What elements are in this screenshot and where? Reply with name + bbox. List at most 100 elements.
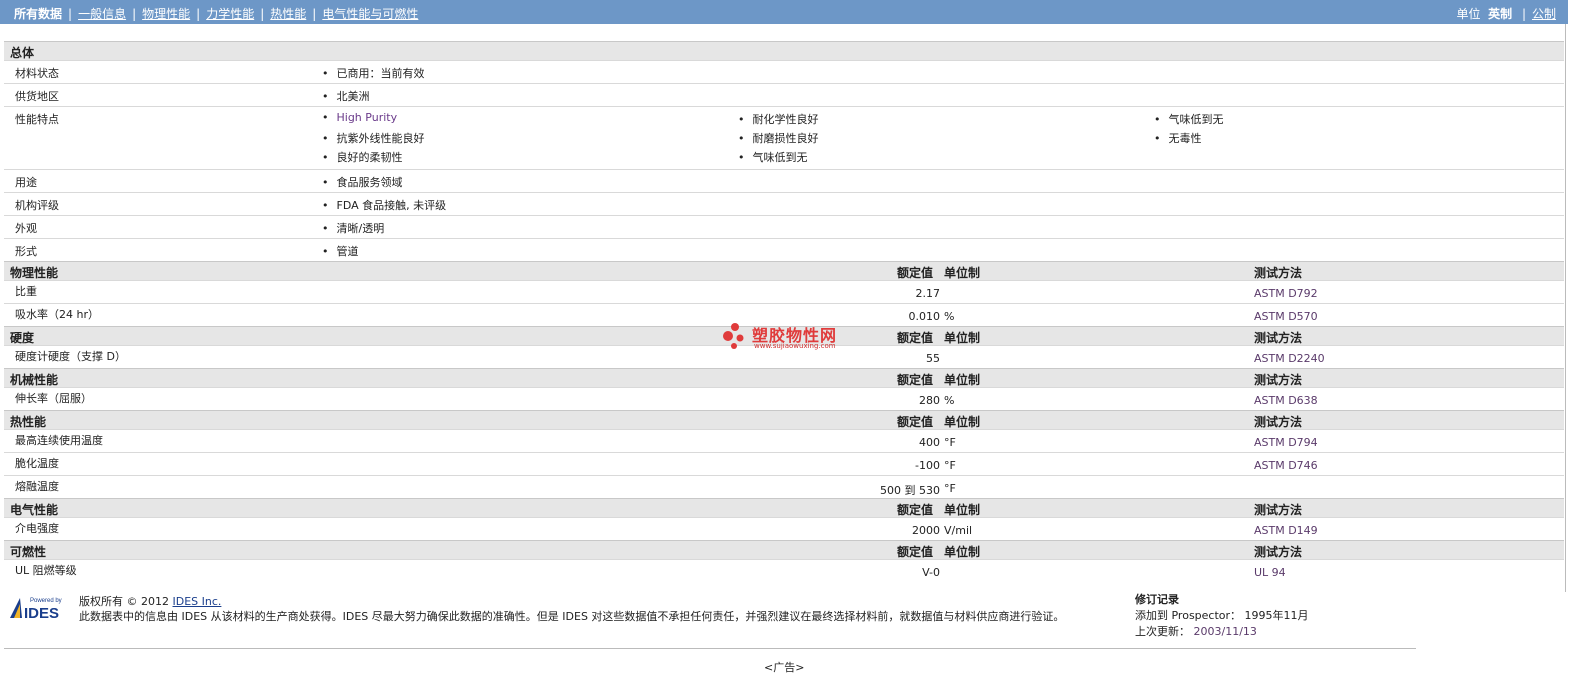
footer-divider	[4, 648, 1416, 649]
nominal-header: 额定值	[897, 545, 934, 559]
bullet-item: 良好的柔韧性	[322, 149, 425, 168]
test-method: ASTM D792	[1254, 287, 1318, 300]
general-row: 供货地区 北美洲	[4, 83, 1564, 106]
property-label: 脆化温度	[15, 457, 59, 470]
bullet-item: 食品服务领域	[322, 174, 403, 193]
general-row: 性能特点 High Purity抗紫外线性能良好良好的柔韧性 耐化学性良好耐磨损性良…	[4, 106, 1564, 169]
method-header: 测试方法	[1254, 266, 1303, 280]
general-rows: 材料状态 已商用：当前有效供货地区 北美洲性能特点 High Purity抗紫外线性能…	[4, 60, 1564, 261]
revision-history: 修订记录 添加到 Prospector： 1995年11月 上次更新： 2003…	[1135, 592, 1309, 640]
bullet-item: 抗紫外线性能良好	[322, 130, 425, 149]
copyright-block: 版权所有 © 2012 IDES Inc. 此数据表中的信息由 IDES 从该材…	[79, 594, 1064, 624]
section-title: 机械性能	[10, 373, 59, 387]
property-value: 2.17	[915, 287, 941, 300]
bullet-item: 已商用：当前有效	[322, 65, 425, 84]
advertisement-label: <广告>	[764, 661, 805, 674]
property-value: -100	[915, 459, 940, 472]
property-sections: 物理性能 额定值 单位制 测试方法 比重 2.17 ASTM D792 吸水率（24 hr） 0…	[4, 261, 1564, 582]
tab-physical[interactable]: 物理性能	[142, 7, 190, 21]
property-row: 熔融温度 500 到 530 °F	[4, 475, 1564, 498]
watermark: 塑胶物性网 www.sujiaowuxing.com	[722, 322, 862, 352]
property-row: 伸长率（屈服） 280% ASTM D638	[4, 387, 1564, 410]
tab-electrical-flammability[interactable]: 电气性能与可燃性	[322, 7, 418, 21]
logo-powered-by: Powered by	[30, 598, 62, 604]
unit-header: 单位制	[944, 415, 981, 429]
section-header: 可燃性 额定值 单位制 测试方法	[4, 540, 1564, 559]
bullet-column: 管道	[322, 243, 359, 262]
property-label: 介电强度	[15, 522, 59, 535]
property-label: 最高连续使用温度	[15, 434, 103, 447]
revision-title: 修订记录	[1135, 593, 1179, 606]
row-label: 机构评级	[15, 199, 59, 212]
property-unit: °F	[944, 459, 956, 472]
disclaimer-text: 此数据表中的信息由 IDES 从该材料的生产商处获得。IDES 尽最大努力确保此…	[79, 610, 1065, 623]
bullet-item: 耐磨损性良好	[738, 130, 819, 149]
general-row: 外观 清晰/透明	[4, 215, 1564, 238]
general-row: 材料状态 已商用：当前有效	[4, 60, 1564, 83]
unit-english[interactable]: 英制	[1488, 7, 1512, 21]
bullet-item: 清晰/透明	[322, 220, 385, 239]
right-border	[1565, 24, 1566, 592]
added-label: 添加到 Prospector：	[1135, 609, 1242, 622]
property-value: 2000	[912, 524, 940, 537]
bullet-column: 食品服务领域	[322, 174, 403, 193]
tab-thermal[interactable]: 热性能	[270, 7, 306, 21]
method-header: 测试方法	[1254, 503, 1303, 517]
bullet-column: 清晰/透明	[322, 220, 385, 239]
tab-mechanical[interactable]: 力学性能	[206, 7, 254, 21]
units-label: 单位	[1456, 7, 1481, 21]
bullet-column: 已商用：当前有效	[322, 65, 425, 84]
property-value: 55	[926, 352, 940, 365]
nav-separator: |	[132, 7, 137, 21]
row-label: 外观	[15, 222, 37, 235]
unit-metric[interactable]: 公制	[1532, 7, 1556, 21]
property-row: 比重 2.17 ASTM D792	[4, 280, 1564, 303]
method-header: 测试方法	[1254, 373, 1303, 387]
property-value: 280	[919, 394, 940, 407]
method-header: 测试方法	[1254, 545, 1303, 559]
data-category-tabs: 所有数据 | 一般信息 | 物理性能 | 力学性能 | 热性能 | 电气性能与可燃性	[14, 5, 418, 22]
bullet-item: High Purity	[322, 111, 425, 130]
property-value: 500 到 530	[880, 484, 940, 497]
nav-separator: |	[68, 7, 73, 21]
property-value: 400	[919, 436, 940, 449]
bullet-item: 无毒性	[1154, 130, 1224, 149]
logo-name: IDES	[24, 605, 59, 620]
nav-separator: |	[260, 7, 265, 21]
section-title: 可燃性	[10, 545, 47, 559]
section-title: 热性能	[10, 415, 47, 429]
unit-header: 单位制	[944, 545, 981, 559]
section-header: 热性能 额定值 单位制 测试方法	[4, 410, 1564, 429]
unit-header: 单位制	[944, 503, 981, 517]
tab-all-data[interactable]: 所有数据	[14, 5, 62, 22]
bullet-item: 气味低到无	[738, 149, 819, 168]
general-row: 用途 食品服务领域	[4, 169, 1564, 192]
property-label: 伸长率（屈服）	[15, 392, 92, 405]
datasheet: 总体 材料状态 已商用：当前有效供货地区 北美洲性能特点 High Purity抗紫外…	[4, 41, 1564, 582]
ides-logo-icon: Powered by IDES	[10, 598, 62, 622]
test-method: ASTM D149	[1254, 524, 1318, 537]
property-unit: °F	[944, 436, 956, 449]
bullet-item: 气味低到无	[1154, 111, 1224, 130]
section-title: 总体	[10, 46, 35, 60]
watermark-dots-icon	[723, 323, 744, 349]
watermark-url: www.sujiaowuxing.com	[754, 342, 836, 350]
general-row: 机构评级 FDA 食品接触, 未评级	[4, 192, 1564, 215]
row-label: 形式	[15, 245, 37, 258]
test-method: ASTM D746	[1254, 459, 1318, 472]
property-unit: %	[944, 394, 955, 407]
bullet-item: 管道	[322, 243, 359, 262]
property-value: V-0	[922, 566, 940, 579]
unit-switcher: 单位 英制 | 公制	[1456, 5, 1556, 22]
tab-general-info[interactable]: 一般信息	[78, 7, 126, 21]
section-title: 电气性能	[10, 503, 59, 517]
general-row: 形式 管道	[4, 238, 1564, 261]
test-method: ASTM D794	[1254, 436, 1318, 449]
ides-link[interactable]: IDES Inc.	[173, 595, 222, 608]
property-label: UL 阻燃等级	[15, 564, 77, 577]
test-method: UL 94	[1254, 566, 1286, 579]
property-row: UL 阻燃等级 V-0 UL 94	[4, 559, 1564, 582]
property-unit: °F	[944, 482, 956, 495]
property-row: 最高连续使用温度 400 °F ASTM D794	[4, 429, 1564, 452]
nominal-header: 额定值	[897, 415, 934, 429]
